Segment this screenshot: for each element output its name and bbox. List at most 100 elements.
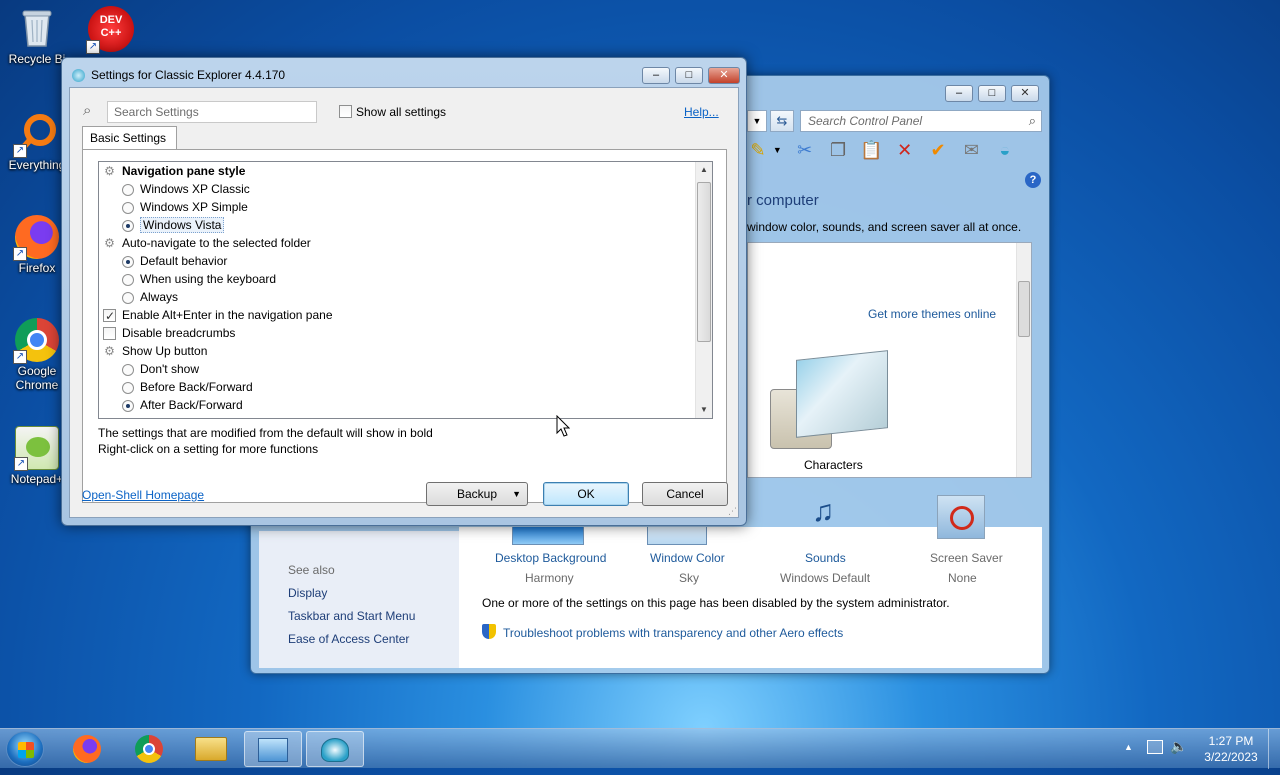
network-icon[interactable] xyxy=(1147,740,1163,754)
tab-basic-settings[interactable]: Basic Settings xyxy=(82,126,177,150)
radio-button[interactable] xyxy=(122,219,134,232)
copy-icon[interactable]: ❐ xyxy=(827,139,849,161)
properties-icon[interactable]: ✎ xyxy=(747,139,769,161)
close-button[interactable]: ✕ xyxy=(708,67,740,84)
volume-muted-icon[interactable]: 🔈 xyxy=(1170,738,1187,755)
notepadpp-icon: ↗ xyxy=(14,426,59,471)
sounds-icon: ♫ xyxy=(811,495,835,528)
setting-label: Navigation pane style xyxy=(122,164,246,178)
setting-row-check[interactable]: Enable Alt+Enter in the navigation pane xyxy=(103,306,333,325)
radio-button[interactable] xyxy=(122,273,134,286)
show-hidden-icons-button[interactable]: ▲ xyxy=(1124,742,1133,752)
taskbar-explorer[interactable] xyxy=(182,731,240,767)
settings-dialog[interactable]: Settings for Classic Explorer 4.4.170 – … xyxy=(61,57,747,526)
radio-button[interactable] xyxy=(122,363,134,376)
homepage-link[interactable]: Open-Shell Homepage xyxy=(82,488,204,502)
cp-minimize-button[interactable]: – xyxy=(945,85,973,102)
taskbar-chrome[interactable] xyxy=(120,731,178,767)
dropdown-arrow-icon[interactable]: ▼ xyxy=(772,139,782,161)
scroll-thumb[interactable] xyxy=(697,182,711,342)
paste-icon[interactable]: 📋 xyxy=(860,139,882,161)
show-desktop-button[interactable] xyxy=(1268,729,1280,769)
scroll-down-arrow-icon[interactable]: ▼ xyxy=(700,405,708,414)
backup-button-label: Backup xyxy=(456,487,498,501)
cp-refresh-button[interactable]: ⇆ xyxy=(770,110,794,132)
dialog-body: ⌕ Search Settings Show all settings Help… xyxy=(69,87,739,518)
cp-close-button[interactable]: ✕ xyxy=(1011,85,1039,102)
see-also-taskbar-link[interactable]: Taskbar and Start Menu xyxy=(288,609,415,623)
radio-button[interactable] xyxy=(122,291,134,304)
desktop-background-icon xyxy=(512,527,584,545)
desktop-icon-devcpp[interactable]: DEV C++ ↗ xyxy=(78,6,144,54)
setting-row-group[interactable]: ⚙ Auto-navigate to the selected folder xyxy=(103,234,311,252)
gear-icon: ⚙ xyxy=(104,344,115,359)
settings-tree-scrollbar[interactable]: ▲ ▼ xyxy=(695,162,712,418)
search-icon[interactable]: ⌕ xyxy=(1029,113,1036,129)
setting-row-radio[interactable]: After Back/Forward xyxy=(122,396,243,414)
everything-icon: ↗ xyxy=(13,112,59,158)
get-more-themes-link[interactable]: Get more themes online xyxy=(868,307,996,321)
setting-row-check[interactable]: Disable breadcrumbs xyxy=(103,324,235,342)
checkmark-icon[interactable]: ✔ xyxy=(927,139,949,161)
search-settings-input[interactable]: Search Settings xyxy=(107,101,317,123)
desktop-background-link[interactable]: Desktop Background xyxy=(495,551,606,565)
show-all-settings-checkbox[interactable] xyxy=(339,105,352,118)
backup-button[interactable]: Backup ▼ xyxy=(426,482,528,506)
desktop-icon-recycle-bin[interactable]: Recycle Bi xyxy=(4,6,70,66)
cut-icon[interactable]: ✂ xyxy=(794,139,816,161)
control-panel-icon xyxy=(258,738,288,762)
theme-list-scrollbar[interactable] xyxy=(1016,243,1031,477)
see-also-display-link[interactable]: Display xyxy=(288,586,327,600)
cancel-button[interactable]: Cancel xyxy=(642,482,728,506)
email-icon[interactable]: ✉ xyxy=(960,139,982,161)
minimize-button[interactable]: – xyxy=(642,67,670,84)
setting-row-radio[interactable]: Windows XP Simple xyxy=(122,198,248,216)
cp-maximize-button[interactable]: □ xyxy=(978,85,1006,102)
delete-icon[interactable]: ✕ xyxy=(894,139,916,161)
setting-row-radio[interactable]: Windows XP Classic xyxy=(122,180,250,198)
start-button[interactable] xyxy=(6,731,44,767)
troubleshoot-link[interactable]: Troubleshoot problems with transparency … xyxy=(503,626,843,640)
taskbar-classic-shell[interactable] xyxy=(306,731,364,767)
see-also-ease-of-access-link[interactable]: Ease of Access Center xyxy=(288,632,409,646)
scroll-up-arrow-icon[interactable]: ▲ xyxy=(700,165,708,174)
cp-search-input[interactable]: Search Control Panel xyxy=(808,114,922,128)
ok-button[interactable]: OK xyxy=(543,482,629,506)
show-all-settings-label[interactable]: Show all settings xyxy=(356,105,446,119)
radio-button[interactable] xyxy=(122,399,134,412)
sounds-link[interactable]: Sounds xyxy=(805,551,846,565)
taskbar-firefox[interactable] xyxy=(58,731,116,767)
setting-row-radio[interactable]: Always xyxy=(122,288,178,306)
chrome-icon xyxy=(135,735,163,763)
setting-row-group[interactable]: ⚙ Navigation pane style xyxy=(103,162,245,180)
screen-saver-link[interactable]: Screen Saver xyxy=(930,551,1003,565)
help-icon[interactable]: ? xyxy=(1025,172,1041,188)
classic-shell-icon[interactable]: ◒ xyxy=(994,139,1016,161)
radio-button[interactable] xyxy=(122,381,134,394)
resize-grip-icon[interactable]: ⋰ xyxy=(728,506,737,517)
setting-row-radio[interactable]: Default behavior xyxy=(122,252,227,270)
checkbox[interactable] xyxy=(103,307,116,325)
cp-toolbar: ✎ ▼ ✂ ❐ 📋 ✕ ✔ ✉ ◒ xyxy=(747,139,1042,169)
help-link[interactable]: Help... xyxy=(684,105,719,119)
firefox-icon: ↗ xyxy=(13,215,59,261)
radio-button[interactable] xyxy=(122,255,134,268)
setting-row-radio[interactable]: Don't show xyxy=(122,360,199,378)
clock[interactable]: 1:27 PM 3/22/2023 xyxy=(1196,733,1266,765)
cp-search-box[interactable]: Search Control Panel ⌕ xyxy=(800,110,1042,132)
radio-button[interactable] xyxy=(122,201,134,214)
maximize-button[interactable]: □ xyxy=(675,67,703,84)
recycle-bin-icon xyxy=(15,6,59,50)
chrome-icon: ↗ xyxy=(13,318,59,364)
checkbox[interactable] xyxy=(103,327,116,341)
setting-row-radio[interactable]: Before Back/Forward xyxy=(122,378,253,396)
setting-row-group[interactable]: ⚙ Show Up button xyxy=(103,342,207,360)
taskbar-control-panel[interactable] xyxy=(244,731,302,767)
setting-row-radio[interactable]: When using the keyboard xyxy=(122,270,276,288)
settings-tree[interactable]: ⚙ Navigation pane style Windows XP Classic… xyxy=(98,161,713,419)
window-color-link[interactable]: Window Color xyxy=(650,551,725,565)
radio-button[interactable] xyxy=(122,183,134,196)
setting-row-radio[interactable]: Windows Vista xyxy=(122,216,225,234)
theme-list[interactable]: Get more themes online Characters xyxy=(747,242,1032,478)
cp-address-dropdown[interactable]: ▼ xyxy=(747,110,767,132)
